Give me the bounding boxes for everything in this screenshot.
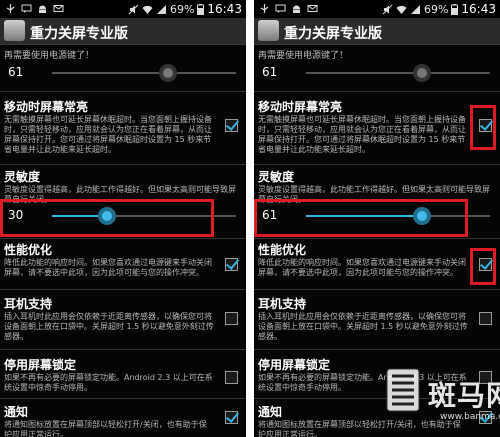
lock-desc: 如果不再有必要的屏幕锁定功能。Android 2.3 以上可在系统设置中惊奇手动… [4, 373, 213, 392]
action-bar: 重力关屏专业版 [0, 18, 246, 45]
headset-title: 耳机支持 [258, 297, 307, 311]
sensitivity-title: 灵敏度 [4, 170, 41, 184]
clock: 16:43 [461, 2, 496, 16]
mail-icon [53, 5, 64, 12]
top-note: 再需要使用电源键了！ [4, 51, 95, 61]
battery-percent: 69% [423, 2, 449, 16]
android-debug-icon [39, 5, 46, 13]
mail-icon [307, 5, 318, 12]
sensitivity-title: 灵敏度 [258, 170, 295, 184]
action-bar: 重力关屏专业版 [254, 18, 500, 45]
notify-checkbox[interactable] [225, 411, 238, 424]
notify-title: 通知 [258, 405, 283, 419]
top-slider-track[interactable] [306, 64, 490, 82]
android-debug-icon [293, 5, 300, 13]
headset-desc: 插入耳机时此应用会仅依赖于近距离传感器，以确保您可将设备面朝上放在口袋中。关屏超… [258, 312, 468, 341]
battery-icon [451, 3, 459, 15]
battery-icon [197, 3, 205, 15]
lock-setting[interactable]: 停用屏幕锁定 如果不再有必要的屏幕锁定功能。Android 2.3 以上可在系统… [0, 356, 246, 400]
wifi-icon [142, 5, 153, 14]
highlight-box [470, 248, 496, 285]
top-slider-value: 61 [8, 65, 24, 79]
status-bar: 69% 16:43 [254, 0, 500, 18]
top-slider-thumb[interactable] [158, 64, 177, 82]
top-slider-value: 61 [262, 65, 278, 79]
top-note: 再需要使用电源键了！ [258, 51, 349, 61]
screen-on-desc: 无需触摸屏幕也可延长屏幕休眠超时。当您面朝上握持设备时，只需轻轻移动，应用就会认… [258, 115, 466, 154]
usb-icon [260, 4, 269, 13]
highlight-box [470, 105, 496, 150]
top-slider-thumb[interactable] [412, 64, 431, 82]
screen-on-setting[interactable]: 移动时屏幕常亮 无需触摸屏幕也可延长屏幕休眠超时。当您面朝上握持设备时，只需轻轻… [0, 98, 246, 174]
screen-on-title: 移动时屏幕常亮 [4, 100, 89, 114]
battery-percent: 69% [169, 2, 195, 16]
top-slider[interactable]: 61 [254, 61, 500, 85]
lock-checkbox[interactable] [225, 371, 238, 384]
signal-icon [410, 4, 420, 14]
signal-icon [156, 4, 166, 14]
screenshot-right: 69% 16:43 重力关屏专业版 再需要使用电源键了！ 61 移动时屏幕常亮 … [254, 0, 500, 437]
performance-desc: 降低此功能的响应时间。如果您喜欢通过电源键来手动关闭屏幕，请不要选中此项，因为此… [258, 258, 466, 277]
headset-desc: 插入耳机时此应用会仅依赖于近距离传感器，以确保您可将设备面朝上放在口袋中。关屏超… [4, 312, 214, 341]
screen-on-setting[interactable]: 移动时屏幕常亮 无需触摸屏幕也可延长屏幕休眠超时。当您面朝上握持设备时，只需轻轻… [254, 98, 500, 174]
performance-setting[interactable]: 性能优化 降低此功能的响应时间。如果您喜欢通过电源键来手动关闭屏幕，请不要选中此… [254, 241, 500, 291]
screen-on-title: 移动时屏幕常亮 [258, 100, 343, 114]
app-logo-icon[interactable] [258, 20, 279, 41]
headset-checkbox[interactable] [225, 312, 238, 325]
screenshot-left: 69% 16:43 重力关屏专业版 再需要使用电源键了！ 61 移动时屏幕常亮 … [0, 0, 246, 437]
headset-setting[interactable]: 耳机支持 插入耳机时此应用会仅依赖于近距离传感器，以确保您可将设备面朝上放在口袋… [0, 295, 246, 345]
performance-desc: 降低此功能的响应时间。如果您喜欢通过电源键来手动关闭屏幕，请不要选中此项，因为此… [4, 258, 212, 277]
app-logo-icon[interactable] [4, 20, 25, 41]
top-slider[interactable]: 61 [0, 61, 246, 85]
notify-desc: 将通知图标放置在屏幕顶部以轻松打开/关闭，也有助于保护应用正常运行。 [4, 420, 207, 437]
watermark-url: www.banma.com [440, 412, 500, 422]
app-title: 重力关屏专业版 [30, 26, 128, 42]
top-slider-track[interactable] [52, 64, 236, 82]
zebra-logo-icon [386, 368, 420, 412]
screen-on-desc: 无需触摸屏幕也可延长屏幕休眠超时。当您面朝上握持设备时，只需轻轻移动，应用就会认… [4, 115, 212, 154]
lock-title: 停用屏幕锁定 [258, 358, 331, 372]
message-icon [275, 4, 286, 13]
clock: 16:43 [207, 2, 242, 16]
status-bar: 69% 16:43 [0, 0, 246, 18]
headset-setting[interactable]: 耳机支持 插入耳机时此应用会仅依赖于近距离传感器，以确保您可将设备面朝上放在口袋… [254, 295, 500, 345]
performance-title: 性能优化 [4, 243, 53, 257]
screen-on-checkbox[interactable] [225, 119, 238, 132]
message-icon [21, 4, 32, 13]
highlight-box [0, 199, 214, 237]
performance-setting[interactable]: 性能优化 降低此功能的响应时间。如果您喜欢通过电源键来手动关闭屏幕，请不要选中此… [0, 241, 246, 291]
notify-title: 通知 [4, 405, 29, 419]
performance-checkbox[interactable] [225, 258, 238, 271]
watermark-text: 斑马网 [428, 379, 500, 412]
notify-desc: 将通知图标放置在屏幕顶部以轻松打开/关闭，也有助于保护应用正常运行。 [258, 420, 461, 437]
silent-icon [128, 4, 139, 14]
headset-title: 耳机支持 [4, 297, 53, 311]
performance-title: 性能优化 [258, 243, 307, 257]
notify-setting[interactable]: 通知 将通知图标放置在屏幕顶部以轻松打开/关闭，也有助于保护应用正常运行。 [0, 403, 246, 437]
usb-icon [6, 4, 15, 13]
highlight-box [254, 199, 468, 237]
app-title: 重力关屏专业版 [284, 26, 382, 42]
silent-icon [382, 4, 393, 14]
headset-checkbox[interactable] [479, 312, 492, 325]
lock-title: 停用屏幕锁定 [4, 358, 77, 372]
wifi-icon [396, 5, 407, 14]
